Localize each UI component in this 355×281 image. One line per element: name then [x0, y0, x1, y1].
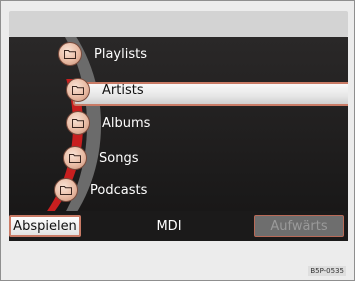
menu-item-label: Songs: [99, 150, 139, 166]
up-button[interactable]: Aufwärts: [254, 215, 344, 237]
menu-item-podcasts[interactable]: Podcasts: [54, 176, 147, 204]
folder-icon: [66, 78, 90, 102]
display-frame: Playlists Artists Albums Songs Podcasts: [0, 0, 355, 281]
status-bar: [9, 11, 348, 37]
menu-item-label: Albums: [102, 115, 151, 131]
play-button[interactable]: Abspielen: [9, 215, 81, 237]
menu-screen: Playlists Artists Albums Songs Podcasts: [9, 37, 348, 211]
softkey-bar: Abspielen MDI Aufwärts: [9, 211, 348, 241]
menu-item-albums[interactable]: Albums: [66, 109, 150, 137]
menu-item-label: Playlists: [94, 46, 147, 62]
menu-item-songs[interactable]: Songs: [63, 144, 138, 172]
menu-item-playlists[interactable]: Playlists: [58, 40, 147, 68]
source-label: MDI: [156, 218, 182, 234]
menu-item-label: Artists: [102, 82, 144, 98]
folder-icon: [63, 146, 87, 170]
folder-icon: [58, 42, 82, 66]
folder-icon: [66, 111, 90, 135]
figure-code: B5P-0535: [308, 266, 346, 276]
menu-item-artists[interactable]: Artists: [66, 76, 144, 104]
menu-item-label: Podcasts: [90, 182, 148, 198]
folder-icon: [54, 178, 78, 202]
